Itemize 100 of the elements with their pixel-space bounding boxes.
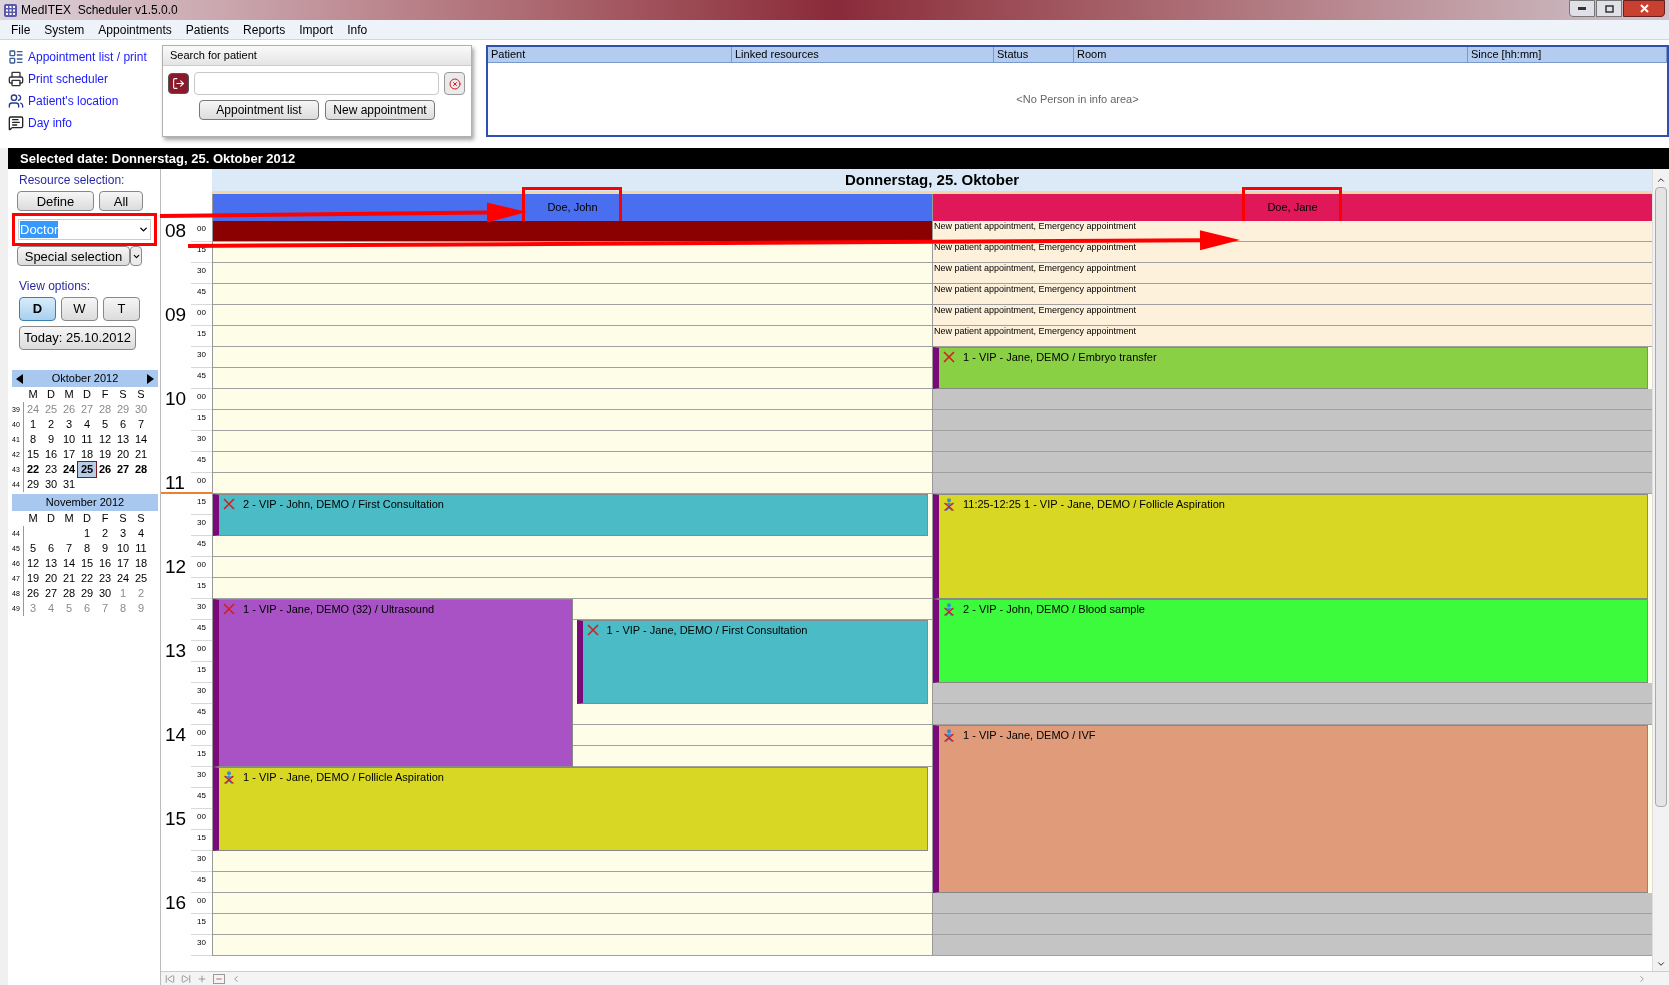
panel-button[interactable]: Appointment list: [199, 100, 319, 120]
calendar-day[interactable]: 6: [78, 601, 96, 616]
appointment-block[interactable]: 1 - VIP - Jane, DEMO / IVF: [933, 725, 1648, 893]
calendar-day[interactable]: 9: [42, 432, 60, 447]
calendar-day[interactable]: 14: [132, 432, 150, 447]
maximize-button[interactable]: [1596, 0, 1622, 17]
view-toggle[interactable]: D: [19, 297, 56, 321]
calendar-day[interactable]: 2: [132, 586, 150, 601]
calendar-day[interactable]: 23: [42, 462, 60, 477]
time-slot[interactable]: New patient appointment, Emergency appointment: [933, 242, 1652, 263]
quick-link[interactable]: Appointment list / print: [28, 48, 147, 66]
patient-search-field[interactable]: [194, 72, 439, 95]
minimize-button[interactable]: [1569, 0, 1595, 17]
panel-button[interactable]: New appointment: [325, 100, 435, 120]
calendar-day[interactable]: 15: [24, 447, 42, 462]
calendar-day[interactable]: 12: [24, 556, 42, 571]
calendar-day[interactable]: 1: [114, 586, 132, 601]
scroll-thumb[interactable]: [1655, 187, 1667, 807]
time-slot[interactable]: New patient appointment, Emergency appointment: [933, 221, 1652, 242]
column-header[interactable]: Linked resources: [732, 47, 994, 62]
calendar-day[interactable]: 15: [78, 556, 96, 571]
calendar-day[interactable]: 25: [78, 462, 96, 477]
time-slot[interactable]: New patient appointment, Emergency appointment: [933, 305, 1652, 326]
calendar-day[interactable]: 16: [96, 556, 114, 571]
calendar-day[interactable]: 30: [42, 477, 60, 492]
calendar-day[interactable]: 3: [24, 601, 42, 616]
calendar-day[interactable]: 7: [132, 417, 150, 432]
view-toggle[interactable]: T: [103, 297, 140, 321]
menu-item[interactable]: Reports: [236, 20, 293, 39]
calendar-day[interactable]: 29: [24, 477, 42, 492]
calendar-day[interactable]: 27: [78, 402, 96, 417]
calendar-day[interactable]: 30: [96, 586, 114, 601]
appointment-block[interactable]: 1 - VIP - Jane, DEMO / Embryo transfer: [933, 347, 1648, 389]
calendar-day[interactable]: 18: [78, 447, 96, 462]
calendar-day[interactable]: 6: [42, 541, 60, 556]
calendar-day[interactable]: 19: [24, 571, 42, 586]
calendar-day[interactable]: 20: [42, 571, 60, 586]
calendar-day[interactable]: 24: [24, 402, 42, 417]
quick-link[interactable]: Print scheduler: [28, 70, 109, 88]
calendar-day[interactable]: 4: [78, 417, 96, 432]
calendar-day[interactable]: 5: [60, 601, 78, 616]
calendar-day[interactable]: 27: [114, 462, 132, 477]
column-header[interactable]: Patient: [488, 47, 732, 62]
close-button[interactable]: [1623, 0, 1665, 17]
time-slot[interactable]: New patient appointment, Emergency appointment: [933, 326, 1652, 347]
menu-item[interactable]: Info: [340, 20, 375, 39]
calendar-day[interactable]: 7: [96, 601, 114, 616]
calendar-day[interactable]: 25: [132, 571, 150, 586]
quick-link[interactable]: Day info: [28, 114, 73, 132]
appointment-block[interactable]: 1 - VIP - Jane, DEMO / Follicle Aspiration: [213, 767, 928, 851]
calendar-day[interactable]: 17: [114, 556, 132, 571]
first-icon[interactable]: [165, 973, 175, 984]
calendar-day[interactable]: 21: [132, 447, 150, 462]
calendar-day[interactable]: 8: [114, 601, 132, 616]
calendar-day[interactable]: 3: [60, 417, 78, 432]
appointment-block[interactable]: 1 - VIP - Jane, DEMO (32) / Ultrasound: [213, 599, 573, 767]
menu-item[interactable]: Import: [292, 20, 341, 39]
column-header[interactable]: Room: [1074, 47, 1468, 62]
appointment-block[interactable]: 2 - VIP - John, DEMO / Blood sample: [933, 599, 1648, 683]
time-slot[interactable]: New patient appointment, Emergency appointment: [933, 263, 1652, 284]
menu-item[interactable]: System: [37, 20, 92, 39]
calendar-day[interactable]: 22: [24, 462, 42, 477]
calendar-day[interactable]: 23: [96, 571, 114, 586]
calendar-day[interactable]: 25: [42, 402, 60, 417]
resource-button[interactable]: Define: [17, 191, 94, 211]
resource-header[interactable]: Doe, John: [212, 194, 932, 221]
menu-item[interactable]: Patients: [178, 20, 237, 39]
calendar-day[interactable]: 20: [114, 447, 132, 462]
calendar-day[interactable]: 27: [42, 586, 60, 601]
calendar-day[interactable]: 26: [60, 402, 78, 417]
appointment-block[interactable]: 1 - VIP - Jane, DEMO / First Consultation: [576, 620, 928, 704]
column-header[interactable]: Since [hh:mm]: [1468, 47, 1667, 62]
scroll-right-icon[interactable]: [1637, 973, 1647, 984]
scroll-down-icon[interactable]: [1656, 959, 1666, 969]
calendar-day[interactable]: 8: [24, 432, 42, 447]
special-selection-button[interactable]: Special selection: [17, 246, 130, 266]
calendar-day[interactable]: 11: [78, 432, 96, 447]
calendar-day[interactable]: 19: [96, 447, 114, 462]
calendar-day[interactable]: 24: [114, 571, 132, 586]
calendar-day[interactable]: 28: [60, 586, 78, 601]
calendar-day[interactable]: 30: [132, 402, 150, 417]
calendar-day[interactable]: 8: [78, 541, 96, 556]
calendar-day[interactable]: 31: [60, 477, 78, 492]
today-button[interactable]: Today: 25.10.2012: [19, 326, 136, 350]
previous-month-icon[interactable]: [16, 373, 23, 384]
scroll-up-icon[interactable]: [1656, 175, 1666, 185]
last-icon[interactable]: [181, 973, 191, 984]
menu-item[interactable]: File: [4, 20, 38, 39]
calendar-day[interactable]: 13: [42, 556, 60, 571]
calendar-day[interactable]: 26: [96, 462, 114, 477]
calendar-day[interactable]: 7: [60, 541, 78, 556]
calendar-day[interactable]: 11: [132, 541, 150, 556]
calendar-day[interactable]: 28: [96, 402, 114, 417]
scroll-left-icon[interactable]: [231, 973, 241, 984]
calendar-day[interactable]: 4: [132, 526, 150, 541]
menu-item[interactable]: Appointments: [91, 20, 179, 39]
next-month-icon[interactable]: [147, 373, 154, 384]
vertical-scrollbar[interactable]: [1652, 169, 1669, 971]
calendar-day[interactable]: 22: [78, 571, 96, 586]
calendar-day[interactable]: 6: [114, 417, 132, 432]
